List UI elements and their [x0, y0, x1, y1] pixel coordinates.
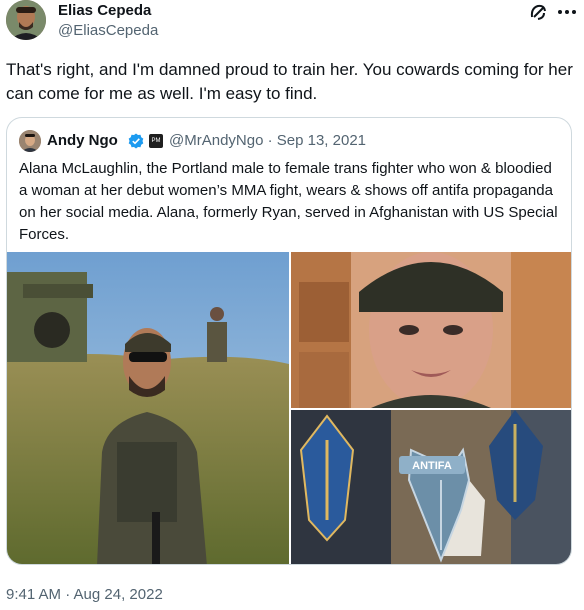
more-icon[interactable] [556, 2, 578, 22]
author-handle[interactable]: @EliasCepeda [58, 22, 158, 39]
author-avatar[interactable] [6, 0, 46, 40]
verified-badge-icon [128, 133, 144, 149]
quote-handle-time[interactable]: @MrAndyNgo · Sep 13, 2021 [169, 132, 366, 149]
quote-media-grid: ANTIFA [7, 252, 571, 564]
patch-text: ANTIFA [412, 460, 452, 472]
photo-soldier[interactable] [7, 252, 289, 564]
photo-selfie[interactable] [291, 252, 571, 408]
quote-header: Andy Ngo PM @MrAndyNgo · Sep 13, 2021 [19, 130, 559, 152]
author-name[interactable]: Elias Cepeda [58, 2, 151, 19]
affiliate-badge: PM [149, 134, 163, 148]
tweet-timestamp[interactable]: 9:41 AM · Aug 24, 2022 [6, 586, 163, 603]
photo-patches[interactable]: ANTIFA [291, 410, 571, 564]
quote-text: Alana McLaughlin, the Portland male to f… [19, 160, 558, 243]
quote-author-name[interactable]: Andy Ngo [47, 132, 118, 149]
grok-icon[interactable] [528, 2, 548, 22]
quoted-tweet[interactable]: Andy Ngo PM @MrAndyNgo · Sep 13, 2021 Al… [6, 117, 572, 565]
tweet-header: Elias Cepeda @EliasCepeda [6, 0, 578, 44]
quote-avatar[interactable] [19, 130, 41, 152]
tweet-text: That's right, and I'm damned proud to tr… [6, 60, 573, 103]
